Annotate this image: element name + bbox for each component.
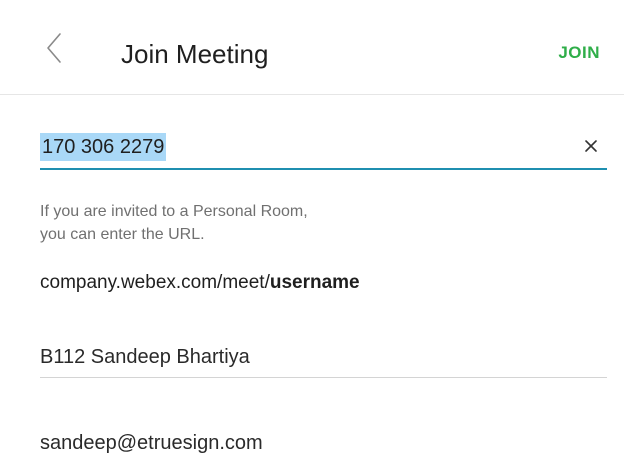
url-example: company.webex.com/meet/username <box>40 270 360 296</box>
clear-button[interactable] <box>579 134 603 158</box>
hint-line-2: you can enter the URL. <box>40 226 205 243</box>
personal-room-hint: If you are invited to a Personal Room, y… <box>40 200 308 246</box>
chevron-left-icon <box>47 33 61 63</box>
name-input[interactable]: B112 Sandeep Bhartiya <box>40 340 607 378</box>
email-value[interactable]: sandeep@etruesign.com <box>40 430 263 456</box>
email-input[interactable]: sandeep@etruesign.com <box>40 426 607 459</box>
header-bar: Join Meeting JOIN <box>0 8 624 95</box>
name-value[interactable]: B112 Sandeep Bhartiya <box>40 344 250 370</box>
meeting-number-input[interactable]: 170 306 2279 <box>40 130 607 170</box>
meeting-number-value[interactable]: 170 306 2279 <box>40 133 167 161</box>
url-prefix: company.webex.com/meet/ <box>40 272 270 293</box>
page-title: Join Meeting <box>121 39 269 69</box>
back-button[interactable] <box>40 28 70 68</box>
close-icon <box>585 140 597 152</box>
url-username: username <box>269 272 360 293</box>
join-button[interactable]: JOIN <box>558 43 600 63</box>
hint-line-1: If you are invited to a Personal Room, <box>40 203 308 220</box>
